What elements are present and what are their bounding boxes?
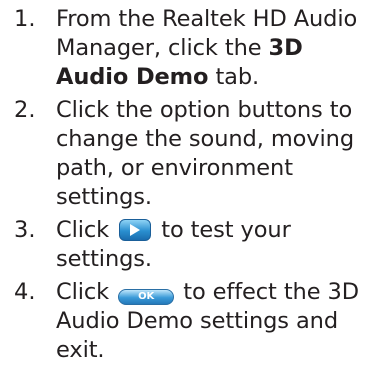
step-2: 2. Click the option buttons to change th… xyxy=(0,96,385,212)
step-number: 1. xyxy=(14,6,36,32)
step-4: 4. Click OK to effect the 3D Audio Demo … xyxy=(0,278,385,365)
step-text-after: tab. xyxy=(208,64,260,90)
step-text: Click to test your settings. xyxy=(56,216,385,274)
instruction-list: 1. From the Realtek HD Audio Manager, cl… xyxy=(0,0,385,363)
play-button-icon xyxy=(119,219,152,241)
step-text-before: Click xyxy=(56,279,117,305)
step-text: Click the option buttons to change the s… xyxy=(56,97,355,210)
step-number: 4. xyxy=(14,279,36,305)
step-3: 3. Click to test your settings. xyxy=(0,216,385,274)
step-1: 1. From the Realtek HD Audio Manager, cl… xyxy=(0,5,385,92)
step-text: Click OK to effect the 3D Audio Demo set… xyxy=(56,278,385,365)
step-text-before: From the Realtek HD Audio Manager, click… xyxy=(56,6,358,61)
step-text-before: Click xyxy=(56,217,117,243)
step-text: From the Realtek HD Audio Manager, click… xyxy=(56,5,385,92)
ok-button-image: OK xyxy=(118,289,175,305)
step-number: 2. xyxy=(14,97,36,123)
step-number: 3. xyxy=(14,217,36,243)
